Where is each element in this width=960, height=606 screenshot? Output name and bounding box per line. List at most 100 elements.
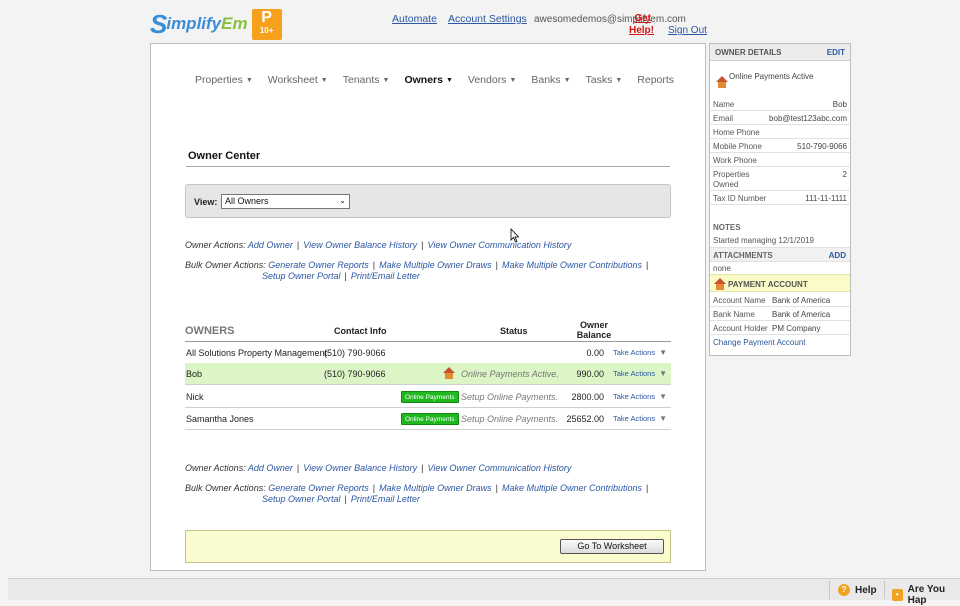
- owner-name[interactable]: Samantha Jones: [186, 414, 254, 424]
- add-attachment-link[interactable]: ADD: [829, 251, 846, 260]
- owner-status: Setup Online Payments.: [461, 392, 559, 402]
- caret-down-icon: ▼: [445, 77, 453, 84]
- view-balance-history-link[interactable]: View Owner Balance History: [303, 463, 417, 473]
- bulk-actions-top: Bulk Owner Actions: Generate Owner Repor…: [185, 260, 649, 281]
- account-settings-link[interactable]: Account Settings: [448, 13, 527, 25]
- automate-link[interactable]: Automate: [392, 13, 437, 25]
- menu-worksheet[interactable]: Worksheet ▼: [268, 74, 328, 86]
- help-button[interactable]: ? Help: [838, 584, 877, 596]
- make-multiple-owner-contributions-link[interactable]: Make Multiple Owner Contributions: [502, 483, 642, 493]
- caret-down-icon: ▼: [659, 414, 668, 423]
- get-help-link[interactable]: Get Help!: [629, 13, 654, 37]
- table-row[interactable]: All Solutions Property Management (510) …: [185, 342, 671, 364]
- sign-out-link[interactable]: Sign Out: [668, 25, 707, 36]
- make-multiple-owner-contributions-link[interactable]: Make Multiple Owner Contributions: [502, 260, 642, 270]
- payment-account-label: PAYMENT ACCOUNT: [728, 280, 808, 289]
- setup-owner-portal-link[interactable]: Setup Owner Portal: [262, 271, 341, 281]
- table-row[interactable]: Nick Online Payments Setup Online Paymen…: [185, 386, 671, 408]
- detail-email: Email bob@test123abc.com: [710, 111, 850, 125]
- menu-vendors[interactable]: Vendors ▼: [468, 74, 516, 86]
- table-row[interactable]: Samantha Jones Online Payments Setup Onl…: [185, 408, 671, 430]
- caret-down-icon: ▼: [509, 77, 517, 84]
- house-icon: [442, 367, 456, 379]
- owner-details-title: OWNER DETAILS: [715, 48, 782, 57]
- owner-name[interactable]: Bob: [186, 369, 202, 379]
- menu-owners[interactable]: Owners ▼: [404, 74, 452, 86]
- owner-balance: 990.00: [576, 369, 604, 379]
- payment-account-holder: Account Holder PM Company: [710, 321, 850, 335]
- print-email-letter-link[interactable]: Print/Email Letter: [351, 494, 420, 504]
- owner-details-panel: OWNER DETAILS EDIT Online Payments Activ…: [709, 43, 851, 356]
- notes-label: NOTES: [713, 223, 741, 232]
- title-divider: [186, 166, 670, 167]
- detail-mobile-phone: Mobile Phone 510-790-9066: [710, 139, 850, 153]
- owner-name[interactable]: Nick: [186, 392, 204, 402]
- take-actions-menu[interactable]: Take Actions ▼: [613, 414, 667, 423]
- house-icon: [715, 76, 729, 88]
- detail-work-phone: Work Phone: [710, 153, 850, 167]
- feedback-button[interactable]: • Are You Hap: [892, 584, 960, 606]
- logo-s-glyph: S: [150, 9, 168, 39]
- setup-owner-portal-link[interactable]: Setup Owner Portal: [262, 494, 341, 504]
- owner-balance: 0.00: [586, 348, 604, 358]
- payment-account-header: PAYMENT ACCOUNT: [710, 274, 850, 292]
- bottom-bar: ? Help • Are You Hap: [8, 578, 960, 606]
- bottom-action-box: Go To Worksheet: [185, 530, 671, 563]
- edit-owner-link[interactable]: EDIT: [827, 48, 845, 57]
- go-to-worksheet-button[interactable]: Go To Worksheet: [560, 539, 664, 554]
- make-multiple-owner-draws-link[interactable]: Make Multiple Owner Draws: [379, 483, 492, 493]
- add-owner-link[interactable]: Add Owner: [248, 463, 293, 473]
- owner-details-header: OWNER DETAILS EDIT: [710, 44, 850, 61]
- take-actions-menu[interactable]: Take Actions ▼: [613, 348, 667, 357]
- take-actions-menu[interactable]: Take Actions ▼: [613, 392, 667, 401]
- page-title: Owner Center: [188, 150, 261, 162]
- view-select[interactable]: All Owners ⌄: [221, 194, 350, 209]
- menu-properties[interactable]: Properties ▼: [195, 74, 253, 86]
- main-menu: Properties ▼ Worksheet ▼ Tenants ▼ Owners ▼ …: [195, 74, 689, 86]
- owner-phone: (510) 790-9066: [324, 369, 386, 379]
- view-communication-history-link[interactable]: View Owner Communication History: [427, 463, 571, 473]
- menu-reports[interactable]: Reports: [637, 74, 674, 86]
- menu-tenants[interactable]: Tenants ▼: [343, 74, 390, 86]
- generate-owner-reports-link[interactable]: Generate Owner Reports: [268, 260, 369, 270]
- menu-tasks[interactable]: Tasks ▼: [586, 74, 623, 86]
- owner-status: Online Payments Active.: [461, 369, 559, 379]
- bulk-actions-bottom: Bulk Owner Actions: Generate Owner Repor…: [185, 483, 649, 504]
- detail-home-phone: Home Phone: [710, 125, 850, 139]
- payment-bank-name: Bank Name Bank of America: [710, 307, 850, 321]
- add-owner-link[interactable]: Add Owner: [248, 240, 293, 250]
- online-payments-button[interactable]: Online Payments: [401, 413, 459, 425]
- owner-name[interactable]: All Solutions Property Management: [186, 348, 327, 358]
- view-balance-history-link[interactable]: View Owner Balance History: [303, 240, 417, 250]
- owner-phone: (510) 790-9066: [324, 348, 386, 358]
- generate-owner-reports-link[interactable]: Generate Owner Reports: [268, 483, 369, 493]
- col-contact: Contact Info: [334, 326, 387, 336]
- simplifyem-logo[interactable]: S implifyEm P 10+: [150, 8, 282, 40]
- table-row[interactable]: Bob (510) 790-9066 Online Payments Activ…: [185, 363, 671, 385]
- caret-down-icon: ▼: [659, 369, 668, 378]
- chat-bubble-icon: •: [892, 589, 903, 601]
- owner-status: Setup Online Payments.: [461, 414, 559, 424]
- detail-tax-id: Tax ID Number 111-11-1111: [710, 191, 850, 205]
- caret-down-icon: ▼: [563, 77, 571, 84]
- attachments-label: ATTACHMENTS: [713, 251, 773, 260]
- caret-down-icon: ▼: [615, 77, 623, 84]
- col-balance: Owner Balance: [576, 320, 612, 340]
- menu-banks[interactable]: Banks ▼: [531, 74, 570, 86]
- col-owners: OWNERS: [185, 325, 235, 337]
- change-payment-account-link[interactable]: Change Payment Account: [713, 338, 806, 347]
- view-communication-history-link[interactable]: View Owner Communication History: [427, 240, 571, 250]
- chevron-down-icon: ⌄: [339, 196, 346, 205]
- make-multiple-owner-draws-link[interactable]: Make Multiple Owner Draws: [379, 260, 492, 270]
- owner-balance: 2800.00: [571, 392, 604, 402]
- take-actions-menu[interactable]: Take Actions ▼: [613, 369, 667, 378]
- notes-text: Started managing 12/1/2019: [713, 236, 814, 245]
- house-icon: [713, 278, 727, 290]
- print-email-letter-link[interactable]: Print/Email Letter: [351, 271, 420, 281]
- caret-down-icon: ▼: [382, 77, 390, 84]
- attachments-value: none: [713, 264, 731, 273]
- question-icon: ?: [838, 584, 850, 596]
- online-payments-button[interactable]: Online Payments: [401, 391, 459, 403]
- divider: [829, 581, 830, 599]
- payment-account-name: Account Name Bank of America: [710, 293, 850, 307]
